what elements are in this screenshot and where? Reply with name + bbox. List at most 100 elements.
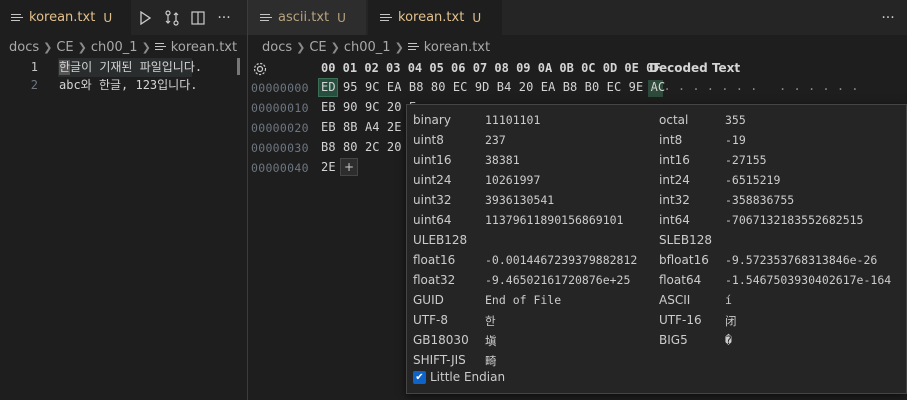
text-file-icon bbox=[11, 13, 23, 23]
inspector-value: -27155 bbox=[725, 153, 767, 167]
data-inspector: binary 11101101 uint8 237 uint16 38381 u… bbox=[406, 104, 907, 394]
add-bytes-button[interactable]: + bbox=[340, 158, 358, 176]
text-file-icon bbox=[407, 42, 419, 52]
inspector-value: 38381 bbox=[485, 153, 520, 167]
inspector-value: � bbox=[725, 333, 732, 347]
inspector-key: ASCII bbox=[659, 293, 691, 307]
hex-row[interactable]: EB 8B A4 2E 0 bbox=[321, 120, 416, 134]
breadcrumb-item[interactable]: CE bbox=[309, 40, 326, 55]
inspector-value: 11379611890156869101 bbox=[485, 213, 624, 227]
split-editor-icon[interactable] bbox=[188, 0, 208, 35]
code-line[interactable]: 한글이 기재된 파일입니다. bbox=[59, 58, 202, 77]
decoded-text-header: Decoded Text bbox=[649, 61, 741, 75]
inspector-value: -358836755 bbox=[725, 193, 795, 207]
breadcrumb-item[interactable]: ch00_1 bbox=[91, 40, 138, 55]
breadcrumb-item[interactable]: docs bbox=[9, 40, 39, 55]
inspector-key: UTF-8 bbox=[413, 313, 448, 327]
inspector-key: uint8 bbox=[413, 133, 444, 147]
tab-korean-left[interactable]: korean.txt U bbox=[0, 0, 131, 35]
chevron-right-icon: ❯ bbox=[141, 40, 151, 54]
inspector-key: SHIFT-JIS bbox=[413, 353, 466, 367]
text-file-icon bbox=[380, 13, 392, 23]
inspector-key: GUID bbox=[413, 293, 444, 307]
chevron-right-icon: ❯ bbox=[394, 40, 404, 54]
hex-row[interactable]: ED 95 9C EA B8 80 EC 9D B4 20 EA B8 B0 E… bbox=[321, 80, 665, 94]
chevron-right-icon: ❯ bbox=[330, 40, 340, 54]
inspector-value: 塡 bbox=[485, 334, 497, 348]
inspector-value: 한 bbox=[485, 314, 496, 328]
inspector-value: í bbox=[725, 293, 732, 307]
inspector-key: int8 bbox=[659, 133, 683, 147]
chevron-right-icon: ❯ bbox=[77, 40, 87, 54]
run-icon[interactable] bbox=[136, 0, 154, 35]
inspector-key: SLEB128 bbox=[659, 233, 713, 247]
inspector-key: uint24 bbox=[413, 173, 452, 187]
right-tabbar: ascii.txt U korean.txt U ··· bbox=[248, 0, 907, 35]
row-offset: 00000030 bbox=[251, 141, 309, 155]
row-offset: 00000020 bbox=[251, 121, 309, 135]
inspector-key: int64 bbox=[659, 213, 690, 227]
inspector-value: -9.46502161720876e+25 bbox=[485, 273, 631, 287]
more-actions-icon[interactable]: ··· bbox=[214, 0, 234, 35]
tab-korean-right[interactable]: korean.txt U bbox=[368, 0, 502, 35]
inspector-value: 闭 bbox=[725, 314, 737, 328]
right-editor-group: ascii.txt U korean.txt U ··· docs ❯ CE ❯ c… bbox=[248, 0, 907, 400]
inspector-value: -6515219 bbox=[725, 173, 781, 187]
inspector-value: -9.572353768313846e-26 bbox=[725, 253, 878, 267]
inspector-key: float32 bbox=[413, 273, 456, 287]
left-editor-group: korean.txt U ··· docs ❯ CE ❯ ch00_1 ❯ korea… bbox=[0, 0, 247, 400]
tab-label: korean.txt bbox=[398, 10, 465, 25]
checkmark-icon: ✔ bbox=[415, 371, 424, 383]
inspector-key: float16 bbox=[413, 253, 456, 267]
inspector-value: 3936130541 bbox=[485, 193, 555, 207]
scrollbar[interactable] bbox=[237, 58, 240, 75]
breadcrumb-item[interactable]: korean.txt bbox=[424, 40, 490, 55]
inspector-key: uint64 bbox=[413, 213, 452, 227]
untracked-badge: U bbox=[337, 10, 346, 25]
row-offset: 00000010 bbox=[251, 101, 309, 115]
hex-row[interactable]: EB 90 9C 20 E bbox=[321, 100, 416, 114]
hex-column-header: 00 01 02 03 04 05 06 07 08 09 0A 0B 0C 0… bbox=[321, 61, 661, 75]
inspector-value: 10261997 bbox=[485, 173, 541, 187]
line-number: 2 bbox=[30, 78, 38, 92]
left-tabbar: korean.txt U ··· bbox=[0, 0, 247, 35]
inspector-value: -19 bbox=[725, 133, 746, 147]
tab-label: korean.txt bbox=[29, 10, 96, 25]
little-endian-checkbox[interactable]: ✔ bbox=[413, 371, 426, 384]
compare-icon[interactable] bbox=[162, 0, 182, 35]
breadcrumb: docs ❯ CE ❯ ch00_1 ❯ korean.txt bbox=[9, 36, 237, 58]
inspector-key: BIG5 bbox=[659, 333, 688, 347]
inspector-key: octal bbox=[659, 113, 689, 127]
inspector-key: ULEB128 bbox=[413, 233, 468, 247]
inspector-key: float64 bbox=[659, 273, 702, 287]
untracked-badge: U bbox=[103, 10, 113, 25]
code-line[interactable]: abc와 한글, 123입니다. bbox=[59, 76, 198, 95]
inspector-key: bfloat16 bbox=[659, 253, 709, 267]
row-offset: 00000000 bbox=[251, 81, 309, 95]
inspector-key: int16 bbox=[659, 153, 690, 167]
inspector-key: int32 bbox=[659, 193, 690, 207]
inspector-value: 237 bbox=[485, 133, 506, 147]
gear-icon[interactable] bbox=[252, 61, 268, 81]
hex-row[interactable]: B8 80 2C 20 3 bbox=[321, 140, 416, 154]
breadcrumb-item[interactable]: korean.txt bbox=[171, 40, 237, 55]
inspector-key: UTF-16 bbox=[659, 313, 702, 327]
hex-row[interactable]: 2E bbox=[321, 160, 336, 174]
decoded-row[interactable]: . . . . . . . . . . . . . . bbox=[649, 79, 859, 93]
breadcrumb-item[interactable]: ch00_1 bbox=[344, 40, 391, 55]
chevron-right-icon: ❯ bbox=[43, 40, 53, 54]
inspector-key: GB18030 bbox=[413, 333, 469, 347]
little-endian-label[interactable]: Little Endian bbox=[430, 370, 505, 384]
breadcrumb: docs ❯ CE ❯ ch00_1 ❯ korean.txt bbox=[262, 36, 490, 58]
inspector-key: binary bbox=[413, 113, 451, 127]
text-file-icon bbox=[154, 42, 166, 52]
tab-ascii[interactable]: ascii.txt U bbox=[248, 0, 366, 35]
inspector-value: -0.0014467239379882812 bbox=[485, 253, 638, 267]
breadcrumb-item[interactable]: docs bbox=[262, 40, 292, 55]
more-actions-icon[interactable]: ··· bbox=[878, 0, 898, 35]
inspector-value: 11101101 bbox=[485, 113, 541, 127]
text-file-icon bbox=[260, 13, 272, 23]
inspector-key: uint32 bbox=[413, 193, 452, 207]
tab-label: ascii.txt bbox=[278, 10, 330, 25]
breadcrumb-item[interactable]: CE bbox=[56, 40, 73, 55]
